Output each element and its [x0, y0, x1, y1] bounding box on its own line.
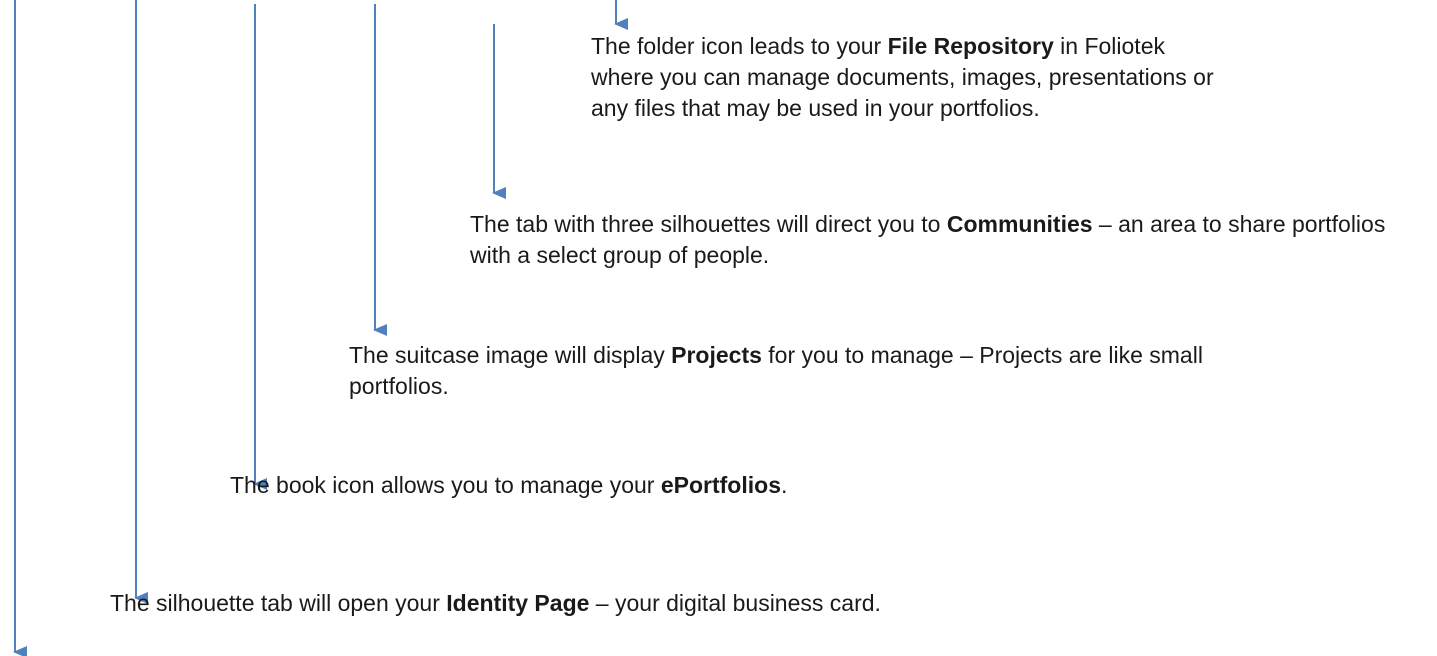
file-repository-term: File Repository	[887, 33, 1054, 59]
note-text-before: The folder icon leads to your	[591, 33, 888, 59]
communities-note: The tab with three silhouettes will dire…	[470, 209, 1410, 271]
note-text-before: The silhouette tab will open your	[110, 590, 447, 616]
note-text-after: .	[780, 472, 788, 498]
note-text-after: – your digital business card.	[589, 590, 881, 616]
eportfolios-term: ePortfolios	[660, 472, 781, 498]
communities-term: Communities	[946, 211, 1093, 237]
projects-note: The suitcase image will display Projects…	[349, 340, 1249, 402]
note-text-before: The book icon allows you to manage your	[230, 472, 661, 498]
note-text-before: The suitcase image will display	[349, 342, 672, 368]
identity-page-note: The silhouette tab will open your Identi…	[110, 588, 1110, 619]
identity-page-term: Identity Page	[446, 590, 590, 616]
eportfolios-note: The book icon allows you to manage your …	[230, 470, 1130, 501]
file-repository-note: The folder icon leads to your File Repos…	[591, 31, 1231, 124]
note-text-before: The tab with three silhouettes will dire…	[470, 211, 947, 237]
projects-term: Projects	[671, 342, 762, 368]
